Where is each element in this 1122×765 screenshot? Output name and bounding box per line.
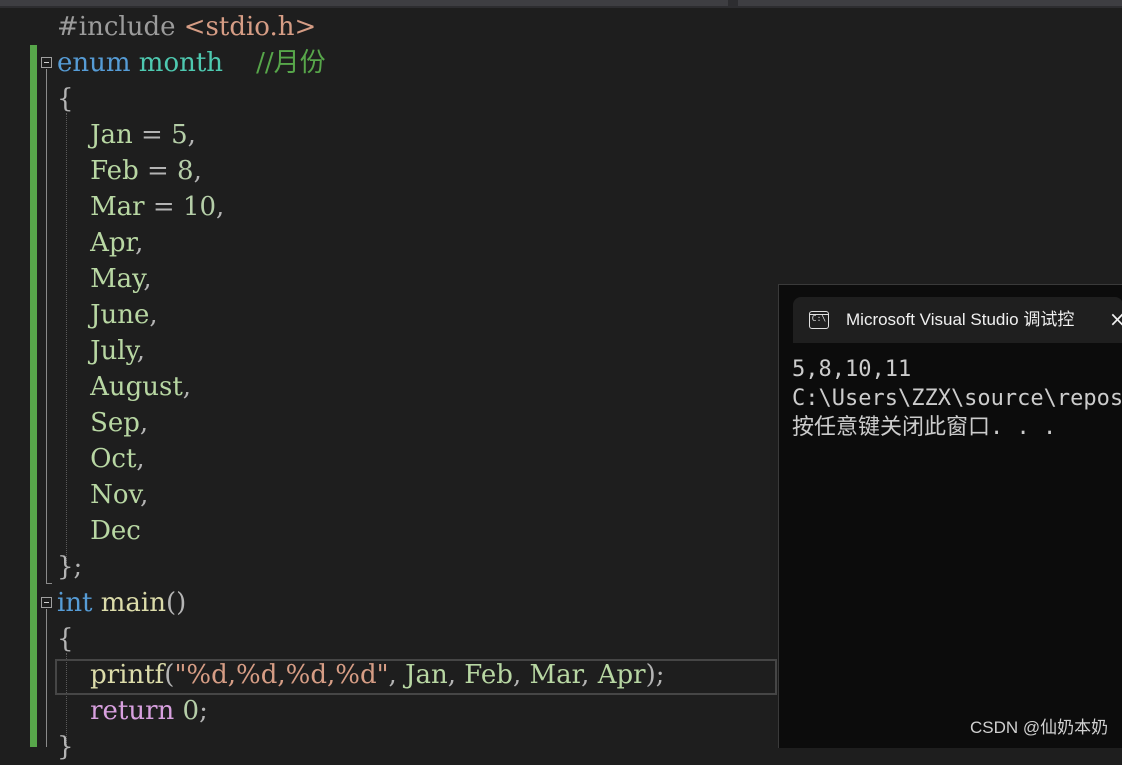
enum-keyword: enum [57, 48, 131, 78]
code-line-enum-member[interactable]: July, [57, 333, 145, 369]
printf-arg: Apr [597, 660, 646, 690]
collapse-enum-icon[interactable] [41, 57, 52, 68]
code-line-enum-member[interactable]: Oct, [57, 441, 145, 477]
code-line-enum-decl[interactable]: enum month //月份 [57, 45, 326, 81]
enum-member-name: Nov [90, 480, 141, 510]
enum-comment: //月份 [256, 48, 326, 78]
collapse-main-icon[interactable] [41, 597, 52, 608]
include-directive: #include [57, 12, 176, 42]
enum-member-value: 10 [182, 192, 217, 222]
printf-arg: Feb [464, 660, 513, 690]
enum-member-name: Feb [90, 156, 139, 186]
code-line-enum-member[interactable]: Nov, [57, 477, 148, 513]
code-line-enum-member[interactable]: June, [57, 297, 158, 333]
open-brace: { [57, 84, 74, 114]
code-line-close-brace[interactable]: }; [57, 549, 82, 585]
console-output-line: C:\Users\ZZX\source\repos [792, 386, 1122, 411]
printf-arg: Jan [405, 660, 448, 690]
main-function-name: main [100, 588, 166, 618]
code-line-enum-member[interactable]: Jan = 5, [57, 117, 196, 153]
main-open-brace: { [57, 624, 74, 654]
debug-console-window[interactable]: C:\ Microsoft Visual Studio 调试控 × 5,8,10… [778, 284, 1122, 748]
code-line-open-brace[interactable]: { [57, 81, 74, 117]
code-line-printf[interactable]: printf("%d,%d,%d,%d", Jan, Feb, Mar, Apr… [57, 657, 664, 693]
enum-member-name: Apr [90, 228, 136, 258]
printf-arg: Mar [529, 660, 582, 690]
editor-tab-header[interactable] [0, 0, 728, 6]
format-string: "%d,%d,%d,%d" [174, 660, 389, 690]
change-indicator-bar [30, 45, 37, 747]
code-line-enum-member[interactable]: May, [57, 261, 152, 297]
enum-fold-line [46, 69, 47, 584]
code-line-enum-member[interactable]: Dec [57, 513, 141, 549]
code-line-enum-member[interactable]: Mar = 10, [57, 189, 224, 225]
editor-tab-header-secondary[interactable] [738, 0, 1122, 6]
watermark: CSDN @仙奶本奶 [970, 718, 1109, 737]
enum-member-name: July [90, 336, 137, 366]
return-keyword: return [90, 696, 175, 726]
code-line-enum-member[interactable]: Feb = 8, [57, 153, 202, 189]
tab-strip [0, 0, 1122, 8]
close-icon[interactable]: × [1109, 307, 1122, 331]
return-value: 0 [182, 696, 200, 726]
include-header: <stdio.h> [175, 12, 317, 42]
enum-member-name: Jan [90, 120, 133, 150]
enum-member-name: Mar [90, 192, 145, 222]
return-type: int [57, 588, 93, 618]
enum-member-name: Dec [90, 516, 141, 546]
close-brace: }; [57, 552, 83, 582]
console-output-line: 按任意键关闭此窗口. . . [792, 415, 1057, 440]
code-line-main-close[interactable]: } [57, 729, 74, 765]
enum-member-value: 8 [177, 156, 194, 186]
enum-member-name: Oct [90, 444, 137, 474]
main-fold-line [46, 609, 47, 747]
main-close-brace: } [57, 732, 74, 762]
console-title: Microsoft Visual Studio 调试控 [846, 310, 1075, 329]
console-output[interactable]: 5,8,10,11 C:\Users\ZZX\source\repos 按任意键… [792, 355, 1122, 442]
code-line-enum-member[interactable]: Apr, [57, 225, 143, 261]
printf-function: printf [90, 660, 165, 690]
code-line-return[interactable]: return 0; [57, 693, 208, 729]
code-line-enum-member[interactable]: Sep, [57, 405, 148, 441]
enum-member-name: Sep [90, 408, 140, 438]
enum-member-name: June [90, 300, 150, 330]
enum-member-name: August [90, 372, 183, 402]
code-line-include[interactable]: #include <stdio.h> [57, 9, 316, 45]
enum-name: month [138, 48, 224, 78]
code-line-main-decl[interactable]: int main() [57, 585, 186, 621]
enum-member-value: 5 [171, 120, 188, 150]
enum-member-name: May [90, 264, 144, 294]
enum-fold-end [46, 583, 52, 584]
console-output-line: 5,8,10,11 [792, 357, 912, 382]
terminal-icon: C:\ [809, 311, 829, 329]
code-line-main-open[interactable]: { [57, 621, 74, 657]
code-line-enum-member[interactable]: August, [57, 369, 191, 405]
